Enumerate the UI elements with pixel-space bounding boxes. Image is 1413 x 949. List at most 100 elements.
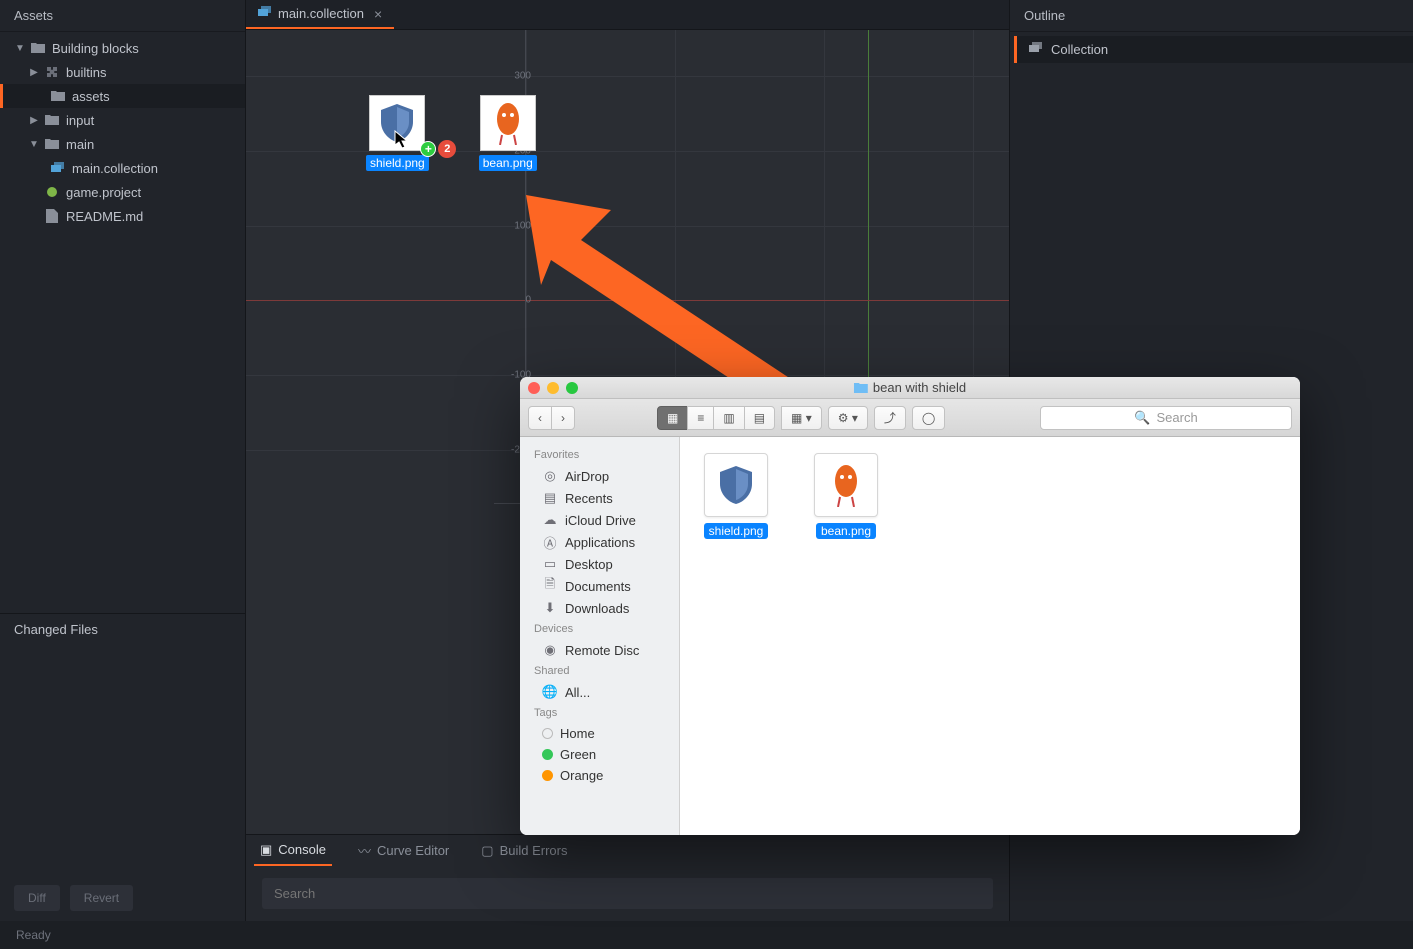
outline-item-label: Collection [1051,42,1108,57]
tree-root-building-blocks[interactable]: ▼ Building blocks [0,36,245,60]
assets-tree: ▼ Building blocks ▶ builtins assets ▶ in… [0,32,245,613]
tree-item-game-project[interactable]: game.project [0,180,245,204]
tree-item-readme[interactable]: README.md [0,204,245,228]
bottom-tab-bar: ▣ Console 〰 Curve Editor ▢ Build Errors [246,834,1009,866]
recents-icon: ▤ [542,490,558,506]
ruler-y-label: 0 [501,295,531,306]
ruler-y-label: 300 [501,71,531,82]
view-icons-button[interactable]: ▦ [657,406,688,430]
folder-icon [50,88,66,104]
diff-button[interactable]: Diff [14,885,60,911]
count-badge: 2 [438,140,456,158]
revert-button[interactable]: Revert [70,885,133,911]
gear-icon [44,184,60,200]
tree-item-main-collection[interactable]: main.collection [0,156,245,180]
folder-icon [44,136,60,152]
collection-icon [50,160,66,176]
tree-label: builtins [66,65,106,80]
sidebar-tag-orange[interactable]: Orange [520,765,679,786]
outline-panel-title: Outline [1010,0,1413,32]
sidebar-item-all[interactable]: 🌐All... [520,681,679,703]
file-label: shield.png [704,523,769,539]
folder-icon [854,382,868,394]
sidebar-item-documents[interactable]: 🗎Documents [520,575,679,597]
chevron-down-icon: ▼ [14,43,26,54]
tree-item-builtins[interactable]: ▶ builtins [0,60,245,84]
puzzle-icon [44,64,60,80]
tags-button[interactable]: ◯ [912,406,945,430]
disc-icon: ◉ [542,642,558,658]
close-icon[interactable]: × [374,6,382,22]
sidebar-item-downloads[interactable]: ⬇Downloads [520,597,679,619]
arrange-button[interactable]: ▦ ▾ [781,406,822,430]
finder-search-input[interactable]: 🔍 Search [1040,406,1292,430]
tab-curve-editor[interactable]: 〰 Curve Editor [352,835,455,866]
tree-label: Building blocks [52,41,139,56]
sidebar-item-desktop[interactable]: ▭Desktop [520,553,679,575]
search-icon: 🔍 [1134,410,1150,426]
forward-button[interactable]: › [551,406,575,430]
outline-item-collection[interactable]: Collection [1014,36,1413,63]
finder-sidebar: Favorites ◎AirDrop ▤Recents ☁iCloud Driv… [520,437,680,835]
tag-dot-icon [542,728,553,739]
finder-window-title: bean with shield [854,380,966,395]
tab-build-errors[interactable]: ▢ Build Errors [475,835,573,866]
collection-icon [1029,42,1043,57]
finder-titlebar[interactable]: bean with shield [520,377,1300,399]
changed-files-list [0,645,245,875]
downloads-icon: ⬇ [542,600,558,616]
sidebar-item-remote-disc[interactable]: ◉Remote Disc [520,639,679,661]
tree-label: input [66,113,94,128]
finder-window[interactable]: bean with shield ‹ › ▦ ≡ ▥ ▤ ▦ ▾ ⚙ ▾ ⤴ ◯… [520,377,1300,835]
file-thumbnail [704,453,768,517]
tree-item-input[interactable]: ▶ input [0,108,245,132]
file-label: bean.png [816,523,876,539]
sidebar-item-recents[interactable]: ▤Recents [520,487,679,509]
network-icon: 🌐 [542,684,558,700]
maximize-window-button[interactable] [566,382,578,394]
sidebar-item-applications[interactable]: ⒶApplications [520,531,679,553]
tree-item-assets[interactable]: assets [0,84,245,108]
status-text: Ready [16,928,51,942]
assets-panel-title: Assets [0,0,245,32]
desktop-icon: ▭ [542,556,558,572]
file-item-bean[interactable]: bean.png [806,453,886,539]
ruler-y-label: 100 [501,221,531,232]
changed-files-title: Changed Files [0,614,245,645]
file-item-shield[interactable]: shield.png [696,453,776,539]
view-columns-button[interactable]: ▥ [713,406,744,430]
editor-tabs: main.collection × [246,0,1009,30]
folder-icon [44,112,60,128]
plus-badge-icon: + [420,141,436,157]
console-search-input[interactable] [262,878,993,909]
tree-label: main.collection [72,161,158,176]
cursor-icon [394,130,410,150]
cloud-icon: ☁ [542,512,558,528]
close-window-button[interactable] [528,382,540,394]
action-button[interactable]: ⚙ ▾ [828,406,868,430]
drag-preview: + 2 shield.png bean.png [366,95,537,171]
tree-item-main[interactable]: ▼ main [0,132,245,156]
document-icon [44,208,60,224]
sidebar-item-icloud[interactable]: ☁iCloud Drive [520,509,679,531]
minimize-window-button[interactable] [547,382,559,394]
chevron-right-icon: ▶ [28,115,40,126]
finder-content[interactable]: shield.png bean.png [680,437,1300,835]
share-button[interactable]: ⤴ [874,406,906,430]
sidebar-item-airdrop[interactable]: ◎AirDrop [520,465,679,487]
changed-files-panel: Changed Files Diff Revert [0,613,245,921]
back-button[interactable]: ‹ [528,406,552,430]
tab-console[interactable]: ▣ Console [254,835,332,866]
tree-label: main [66,137,94,152]
console-icon: ▣ [260,842,272,858]
sidebar-tag-green[interactable]: Green [520,744,679,765]
view-list-button[interactable]: ≡ [687,406,714,430]
sidebar-section-tags: Tags [520,703,679,723]
tab-main-collection[interactable]: main.collection × [246,0,394,29]
tag-dot-icon [542,770,553,781]
sidebar-tag-home[interactable]: Home [520,723,679,744]
view-gallery-button[interactable]: ▤ [744,406,775,430]
x-axis [246,300,1009,301]
file-thumbnail [814,453,878,517]
chevron-right-icon: ▶ [28,67,40,78]
